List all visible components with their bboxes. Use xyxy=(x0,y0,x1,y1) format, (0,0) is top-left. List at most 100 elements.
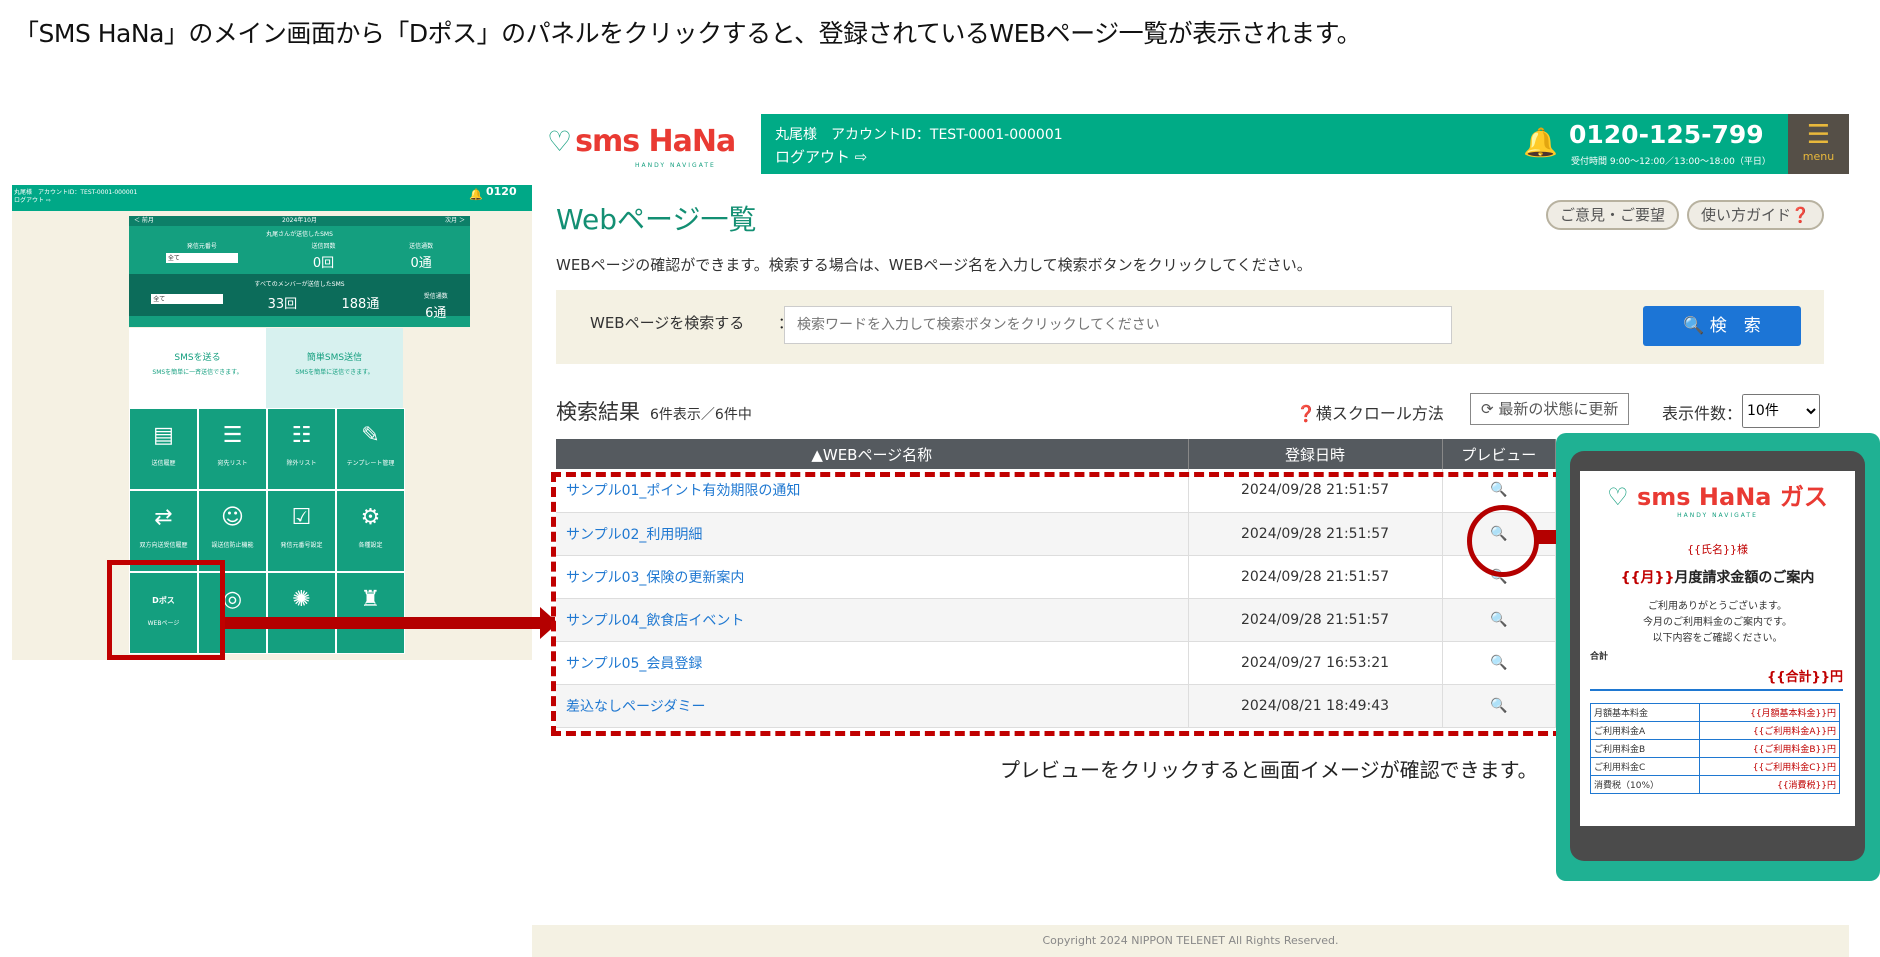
fee-value: {{ご利用料金B}}円 xyxy=(1698,739,1841,758)
tile-easy-sms-sub: SMSを簡単に送信できます。 xyxy=(295,369,374,376)
tile-history[interactable]: ▤ 送信履歴 xyxy=(129,408,198,490)
fee-value: {{ご利用料金A}}円 xyxy=(1698,721,1841,740)
all-sms-title: すべてのメンバーが送信したSMS xyxy=(254,281,345,288)
fee-value: {{ご利用料金C}}円 xyxy=(1698,757,1841,776)
fee-row: ご利用料金C {{ご利用料金C}}円 xyxy=(1590,757,1841,776)
next-month-link[interactable]: 次月 ＞ xyxy=(445,216,465,226)
tile-exclude-list[interactable]: ☷ 除外リスト xyxy=(267,408,336,490)
tile-address-list[interactable]: ☰ 宛先リスト xyxy=(198,408,267,490)
tile-send-sms-sub: SMSを簡単に一斉送信できます。 xyxy=(152,369,243,376)
thumbnail-header: 丸尾様 アカウントID：TEST-0001-000001 ログアウト ⇨ 🔔 0… xyxy=(12,185,532,211)
preview-highlight-circle xyxy=(1467,505,1539,577)
tile-template[interactable]: ✎ テンプレート管理 xyxy=(336,408,405,490)
tile-history-label: 送信履歴 xyxy=(151,460,176,467)
thumb-logout[interactable]: ログアウト ⇨ xyxy=(14,197,532,205)
my-sms-title: 丸尾さんが送信したSMS xyxy=(266,231,333,238)
sent-count-label: 送信回数 xyxy=(311,243,336,250)
phone-total-label: 合計 xyxy=(1590,652,1609,662)
business-hours: 受付時間 9:00〜12:00／13:00〜18:00（平日） xyxy=(1571,157,1771,167)
fee-value: {{消費税}}円 xyxy=(1698,775,1841,794)
tile-exclude-list-label: 除外リスト xyxy=(286,460,317,467)
history-icon: ▤ xyxy=(153,423,174,448)
tile-sender-number[interactable]: ☑ 発信元番号設定 xyxy=(267,490,336,572)
sent-count-value: 0回 xyxy=(312,256,335,271)
phone-message-line: 今月のご利用料金のご案内です。 xyxy=(1643,617,1792,628)
app-header: ♡ sms HaNa HANDY NAVIGATE 丸尾様 アカウントID：TEST… xyxy=(532,114,1849,174)
tile-easy-sms[interactable]: 簡単SMS送信 SMSを簡単に送信できます。 xyxy=(266,328,403,408)
hamburger-icon: ☰ xyxy=(1806,120,1831,150)
col-date-header[interactable]: 登録日時 xyxy=(1188,439,1443,469)
phone-fee-table: 月額基本料金 {{月額基本料金}}円 ご利用料金A {{ご利用料金A}}円 ご利用料… xyxy=(1590,703,1841,794)
phone-logo-text: sms HaNa xyxy=(1637,483,1772,511)
tile-sender-number-label: 発信元番号設定 xyxy=(280,542,323,549)
two-way-icon: ⇄ xyxy=(154,505,173,530)
col-name-header[interactable]: ▲WEBページ名称 xyxy=(556,439,1189,469)
instruction-caption: 「SMS HaNa」のメイン画面から「Dポス」のパネルをクリックすると、登録され… xyxy=(14,19,1362,48)
phone-total-value: {{合計}}円 xyxy=(1590,666,1843,691)
lightbulb-icon: ✺ xyxy=(292,587,311,612)
page-description: WEBページの確認ができます。検索する場合は、WEBページ名を入力して検索ボタン… xyxy=(556,256,1312,274)
phone-logo-suffix: ガス xyxy=(1779,483,1828,511)
bell-icon[interactable]: 🔔 xyxy=(469,189,483,200)
all-sent-count-value: 33回 xyxy=(267,297,298,312)
arrow-to-list xyxy=(225,617,555,629)
fee-label: 消費税（10%） xyxy=(1590,775,1700,794)
search-panel: WEBページを検索する ： 🔍 検 索 xyxy=(556,290,1824,364)
menu-button[interactable]: ☰ menu xyxy=(1788,114,1849,174)
tile-organization[interactable]: ♜ xyxy=(336,572,405,654)
sender-select[interactable]: 全て xyxy=(165,253,238,263)
phone-title: {{月}}月度請求金額のご案内 xyxy=(1580,567,1855,587)
tile-settings[interactable]: ⚙ 各種設定 xyxy=(336,490,405,572)
search-button[interactable]: 🔍 検 索 xyxy=(1643,306,1801,346)
received-label: 受信通数 xyxy=(423,293,448,300)
phone-message-line: 以下内容をご確認ください。 xyxy=(1652,633,1783,644)
tile-misdelivery-label: 誤送信防止機能 xyxy=(211,542,254,549)
phone-preview: ♡ sms HaNa ガス HANDY NAVIGATE {{氏名}}様 {{月… xyxy=(1556,433,1880,881)
header-bar: 丸尾様 アカウントID：TEST-0001-000001 ログアウト ⇨ 🔔 0… xyxy=(761,114,1788,174)
checklist-icon: ☑ xyxy=(291,505,312,530)
preview-note: プレビューをクリックすると画面イメージが確認できます。 xyxy=(1000,758,1538,782)
page-title: Webページ一覧 xyxy=(556,203,757,236)
fee-label: ご利用料金C xyxy=(1590,757,1700,776)
tile-tips[interactable]: ✺ xyxy=(267,572,336,654)
logo-text: sms HaNa xyxy=(575,124,736,159)
thumb-tel: 0120 xyxy=(486,185,517,198)
scroll-help-link[interactable]: ❓横スクロール方法 xyxy=(1296,400,1444,424)
prev-month-link[interactable]: ＜ 前月 xyxy=(134,216,154,226)
bell-icon[interactable]: 🔔 xyxy=(1523,126,1558,159)
exclude-list-icon: ☷ xyxy=(291,423,312,448)
phone-message: ご利用ありがとうございます。 今月のご利用料金のご案内です。 以下内容をご確認く… xyxy=(1580,599,1855,647)
search-label: WEBページを検索する xyxy=(590,314,745,332)
tile-address-list-label: 宛先リスト xyxy=(217,460,248,467)
search-input[interactable] xyxy=(784,306,1452,344)
fee-label: ご利用料金A xyxy=(1590,721,1700,740)
fee-label: 月額基本料金 xyxy=(1590,703,1700,722)
feedback-button[interactable]: ご意見・ご要望 xyxy=(1546,200,1680,230)
per-page-select[interactable]: 10件 xyxy=(1742,394,1820,428)
tile-easy-sms-label: 簡単SMS送信 xyxy=(306,353,363,363)
phone-message-line: ご利用ありがとうございます。 xyxy=(1648,601,1787,612)
main-screen-thumbnail: 丸尾様 アカウントID：TEST-0001-000001 ログアウト ⇨ 🔔 0… xyxy=(12,185,532,660)
phone-logo: ♡ sms HaNa ガス xyxy=(1580,477,1855,512)
shield-user-icon: ☺ xyxy=(221,505,244,530)
fee-row: 消費税（10%） {{消費税}}円 xyxy=(1590,775,1841,794)
tile-send-sms[interactable]: SMSを送る SMSを簡単に一斉送信できます。 xyxy=(129,328,266,408)
results-count: 6件表示／6件中 xyxy=(650,407,752,423)
sent-msgs-value: 0通 xyxy=(410,256,432,271)
thumb-account: 丸尾様 アカウントID：TEST-0001-000001 xyxy=(14,189,138,196)
tile-template-label: テンプレート管理 xyxy=(346,460,395,467)
building-icon: ♜ xyxy=(360,587,381,612)
gear-icon: ⚙ xyxy=(360,505,381,530)
phone-logo-sub: HANDY NAVIGATE xyxy=(1677,512,1758,519)
tile-two-way-label: 双方向送受信履歴 xyxy=(139,542,188,549)
fee-value: {{月額基本料金}}円 xyxy=(1698,703,1841,722)
fee-row: ご利用料金A {{ご利用料金A}}円 xyxy=(1590,721,1841,740)
tile-settings-label: 各種設定 xyxy=(358,542,383,549)
account-info: 丸尾様 アカウントID：TEST-0001-000001 xyxy=(775,127,1063,143)
all-sender-select[interactable]: 全て xyxy=(151,294,224,304)
sms-hana-logo[interactable]: ♡ sms HaNa HANDY NAVIGATE xyxy=(547,124,736,169)
refresh-button[interactable]: ⟳ 最新の状態に更新 xyxy=(1470,393,1630,425)
per-page-label: 表示件数： xyxy=(1662,404,1743,423)
guide-button[interactable]: 使い方ガイド❓ xyxy=(1687,200,1824,230)
logout-link[interactable]: ログアウト ⇨ xyxy=(775,146,867,167)
